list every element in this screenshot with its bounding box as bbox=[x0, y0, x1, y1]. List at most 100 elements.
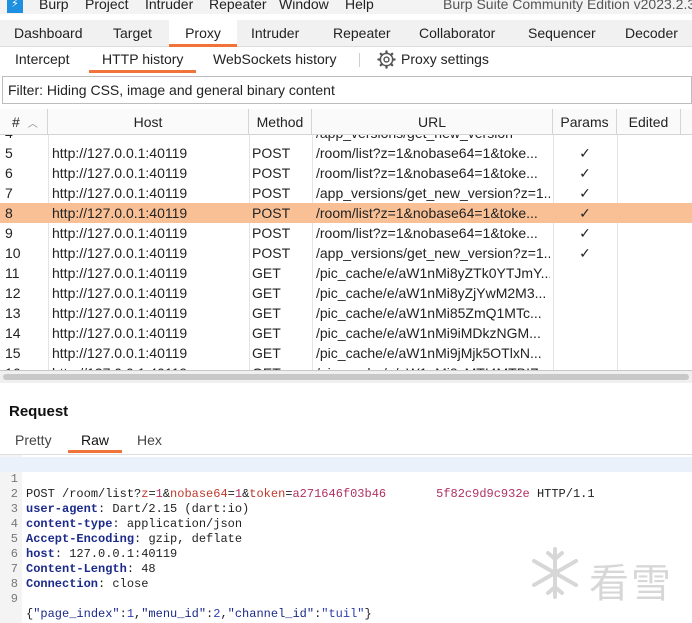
menu-project[interactable]: Project bbox=[85, 0, 129, 13]
cell-method: POST bbox=[252, 185, 291, 201]
subtab-http-history[interactable]: HTTP history bbox=[89, 47, 197, 73]
cell-method: GET bbox=[252, 305, 281, 321]
menu-help[interactable]: Help bbox=[345, 0, 374, 13]
cell-num: 5 bbox=[5, 145, 13, 161]
table-row[interactable]: 16 http://127.0.0.1:40119 GET/pic_cache/e/… bbox=[0, 363, 692, 370]
cell-num: 10 bbox=[5, 245, 21, 261]
menu-repeater[interactable]: Repeater bbox=[209, 0, 267, 13]
table-row[interactable]: 15 http://127.0.0.1:40119 GET/pic_cache/e/… bbox=[0, 343, 692, 363]
scrollbar-thumb[interactable] bbox=[3, 374, 689, 380]
cell-num: 13 bbox=[5, 305, 21, 321]
table-row[interactable]: 11 http://127.0.0.1:40119 GET/pic_cache/e/… bbox=[0, 263, 692, 283]
cell-method: POST bbox=[252, 145, 291, 161]
json-key: "channel_id" bbox=[227, 607, 315, 621]
cell-host: http://127.0.0.1:40119 bbox=[52, 145, 188, 161]
col-header-num-label: # bbox=[12, 114, 20, 130]
subtab-intercept[interactable]: Intercept bbox=[15, 47, 69, 73]
cell-num: 15 bbox=[5, 345, 21, 361]
cell-params bbox=[553, 323, 617, 343]
tab-proxy[interactable]: Proxy bbox=[169, 20, 237, 47]
col-header-url[interactable]: URL bbox=[312, 109, 553, 135]
cell-params: ✓ bbox=[579, 225, 591, 241]
cell-url: /room/list?z=1&nobase64=1&toke... bbox=[316, 145, 538, 161]
request-tab-hex[interactable]: Hex bbox=[137, 431, 162, 453]
request-tab-raw[interactable]: Raw bbox=[68, 431, 123, 453]
cell-url: /pic_cache/e/aW1nMi8zMTI4MTBIZ bbox=[316, 363, 550, 370]
col-header-edited[interactable]: Edited bbox=[617, 109, 681, 135]
cell-params bbox=[553, 363, 617, 370]
proxy-sub-tabs: Intercept HTTP history WebSockets histor… bbox=[0, 47, 692, 73]
table-row[interactable]: 13 http://127.0.0.1:40119 GET/pic_cache/e/… bbox=[0, 303, 692, 323]
col-header-method[interactable]: Method bbox=[249, 109, 312, 135]
tab-collaborator[interactable]: Collaborator bbox=[419, 20, 495, 47]
cell-method: POST bbox=[252, 225, 291, 241]
cell-method: GET bbox=[252, 285, 281, 301]
cell-method: GET bbox=[252, 265, 281, 281]
table-row[interactable]: 5 http://127.0.0.1:40119 POST/room/list?z=… bbox=[0, 143, 692, 163]
cell-method: POST bbox=[252, 205, 291, 221]
cell-params: ✓ bbox=[579, 245, 591, 261]
cell-num: 11 bbox=[5, 265, 20, 281]
cell-url: /app_versions/get_new_version?z=1... bbox=[316, 185, 550, 201]
table-row[interactable]: 8 http://127.0.0.1:40119 POST/room/list?z=… bbox=[0, 203, 692, 223]
table-row[interactable]: 14 http://127.0.0.1:40119 GET/pic_cache/e/… bbox=[0, 323, 692, 343]
menu-bar: ⚡ Burp Project Intruder Repeater Window … bbox=[0, 0, 692, 14]
menu-burp[interactable]: Burp bbox=[39, 0, 69, 13]
menu-intruder[interactable]: Intruder bbox=[145, 0, 193, 13]
cell-host: http://127.0.0.1:40119 bbox=[52, 363, 247, 370]
header-line: 5 host: 127.0.0.1:40119 bbox=[0, 517, 692, 561]
line-number: 9 bbox=[10, 592, 18, 606]
json-value: "tuil" bbox=[321, 607, 365, 621]
horizontal-scrollbar[interactable] bbox=[0, 371, 692, 383]
json-value: 1 bbox=[126, 607, 135, 621]
filter-bar[interactable]: Filter: Hiding CSS, image and general bi… bbox=[2, 76, 692, 104]
tab-repeater[interactable]: Repeater bbox=[333, 20, 391, 47]
cell-url: /app_versions/get_new_version bbox=[316, 135, 550, 143]
table-row[interactable]: 4/app_versions/get_new_version bbox=[0, 135, 692, 143]
cell-host: http://127.0.0.1:40119 bbox=[52, 325, 188, 341]
table-body: 4/app_versions/get_new_version 5 http://12… bbox=[0, 135, 692, 370]
request-tab-pretty[interactable]: Pretty bbox=[15, 431, 52, 453]
cell-params bbox=[553, 283, 617, 303]
cell-host: http://127.0.0.1:40119 bbox=[52, 245, 188, 261]
tab-decoder[interactable]: Decoder bbox=[625, 20, 678, 47]
header-line: 2 user-agent: Dart/2.15 (dart:io) bbox=[0, 472, 692, 516]
table-row[interactable]: 6 http://127.0.0.1:40119 POST/room/list?z=… bbox=[0, 163, 692, 183]
cell-params: ✓ bbox=[579, 145, 591, 161]
cell-host: http://127.0.0.1:40119 bbox=[52, 165, 188, 181]
cell-host: http://127.0.0.1:40119 bbox=[52, 205, 188, 221]
sort-ascending-icon: ︿ bbox=[27, 119, 38, 130]
header-line: 3 content-type: application/json bbox=[0, 487, 692, 531]
tab-target[interactable]: Target bbox=[113, 20, 152, 47]
http-history-table: # ︿ Host Method URL Params Edited 4/app_… bbox=[0, 109, 692, 371]
table-row[interactable]: 10 http://127.0.0.1:40119 POST/app_version… bbox=[0, 243, 692, 263]
cell-url: /pic_cache/e/aW1nMi85ZmQ1MTc... bbox=[316, 305, 542, 321]
cell-params bbox=[553, 135, 617, 143]
gear-icon[interactable] bbox=[377, 50, 396, 69]
col-header-num[interactable]: # ︿ bbox=[0, 109, 48, 135]
cell-url: /app_versions/get_new_version?z=1... bbox=[316, 245, 550, 261]
tab-sequencer[interactable]: Sequencer bbox=[528, 20, 596, 47]
cell-num: 8 bbox=[5, 205, 13, 221]
cell-num: 9 bbox=[5, 225, 13, 241]
cell-host: http://127.0.0.1:40119 bbox=[52, 285, 188, 301]
menu-window[interactable]: Window bbox=[279, 0, 329, 13]
cell-host: http://127.0.0.1:40119 bbox=[52, 265, 188, 281]
tab-dashboard[interactable]: Dashboard bbox=[14, 20, 83, 47]
cell-num: 6 bbox=[5, 165, 13, 181]
col-header-params[interactable]: Params bbox=[553, 109, 617, 135]
cell-method: GET bbox=[252, 345, 281, 361]
cell-params: ✓ bbox=[579, 205, 591, 221]
window-title: Burp Suite Community Edition v2023.2.3 bbox=[443, 0, 692, 12]
cell-params: ✓ bbox=[579, 185, 591, 201]
tab-separator bbox=[359, 53, 360, 67]
tab-intruder[interactable]: Intruder bbox=[251, 20, 299, 47]
table-row[interactable]: 12 http://127.0.0.1:40119 GET/pic_cache/e/… bbox=[0, 283, 692, 303]
col-header-host[interactable]: Host bbox=[48, 109, 249, 135]
cell-num: 14 bbox=[5, 325, 21, 341]
table-row[interactable]: 7 http://127.0.0.1:40119 POST/app_versions… bbox=[0, 183, 692, 203]
cell-host bbox=[52, 135, 247, 143]
subtab-proxy-settings[interactable]: Proxy settings bbox=[401, 47, 489, 73]
subtab-websockets-history[interactable]: WebSockets history bbox=[213, 47, 336, 73]
table-row[interactable]: 9 http://127.0.0.1:40119 POST/room/list?z=… bbox=[0, 223, 692, 243]
